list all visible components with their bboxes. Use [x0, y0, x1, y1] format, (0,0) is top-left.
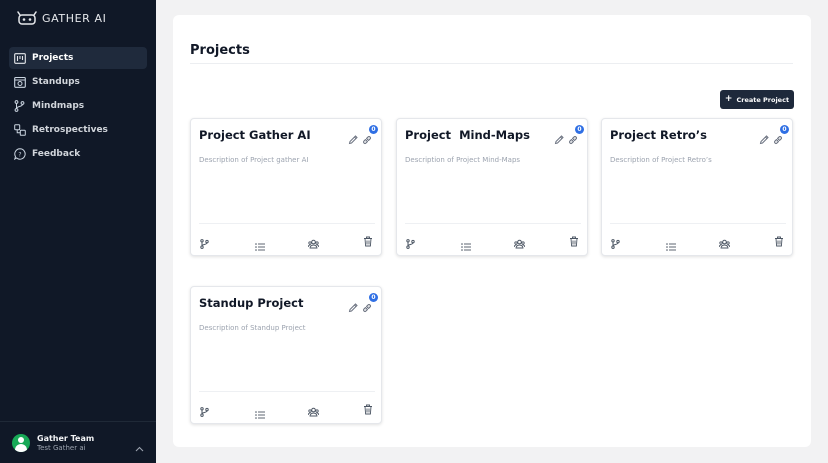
sidebar-item-label: Mindmaps: [32, 101, 85, 111]
retrospectives-icon: [13, 124, 26, 137]
trash-icon[interactable]: [569, 232, 579, 251]
edit-icon[interactable]: [348, 298, 359, 317]
feedback-icon: ?: [13, 148, 26, 161]
project-description: Description of Project Mind-Maps: [405, 156, 521, 164]
create-project-label: Create Project: [736, 95, 790, 104]
sidebar-item-label: Retrospectives: [32, 125, 108, 135]
team-icon[interactable]: [307, 234, 320, 253]
sidebar-item-standups[interactable]: Standups: [9, 71, 147, 93]
edit-icon[interactable]: [348, 130, 359, 149]
project-description: Description of Project gather AI: [199, 156, 309, 164]
page-title: Projects: [190, 43, 250, 58]
share-count-badge: 0: [575, 125, 584, 134]
list-icon[interactable]: [666, 236, 676, 255]
project-card[interactable]: Project Retro’s 0 Description of Project…: [601, 118, 793, 256]
team-icon[interactable]: [307, 402, 320, 421]
sidebar-item-feedback[interactable]: ? Feedback: [9, 143, 147, 165]
sidebar-item-retrospectives[interactable]: Retrospectives: [9, 119, 147, 141]
project-title: Project Mind-Maps: [405, 128, 530, 142]
share-count-badge: 0: [780, 125, 789, 134]
sidebar-item-projects[interactable]: Projects: [9, 47, 147, 69]
project-card[interactable]: Project Mind-Maps 0 Description of Proje…: [396, 118, 588, 256]
edit-icon[interactable]: [759, 130, 770, 149]
sidebar-item-label: Projects: [32, 53, 74, 63]
trash-icon[interactable]: [363, 232, 373, 251]
project-title: Project Gather AI: [199, 128, 311, 142]
user-name: Gather Team: [37, 433, 95, 443]
card-divider: [199, 223, 375, 224]
user-subtitle: Test Gather ai: [37, 443, 86, 452]
app-name: GATHER AI: [42, 11, 107, 25]
svg-text:?: ?: [18, 151, 21, 158]
project-card[interactable]: Standup Project 0 Description of Standup…: [190, 286, 382, 424]
list-icon[interactable]: [255, 404, 265, 423]
avatar: [12, 433, 30, 452]
card-divider: [610, 223, 786, 224]
share-count-badge: 0: [369, 125, 378, 134]
plus-icon: +: [724, 94, 733, 104]
projects-icon: [13, 52, 26, 65]
user-profile[interactable]: Gather Team Test Gather ai: [0, 421, 156, 463]
project-title: Standup Project: [199, 296, 304, 310]
chevron-up-icon[interactable]: [135, 437, 144, 456]
list-icon[interactable]: [461, 236, 471, 255]
sidebar-item-label: Feedback: [32, 149, 81, 159]
trash-icon[interactable]: [363, 400, 373, 419]
team-icon[interactable]: [718, 234, 731, 253]
app-logo[interactable]: GATHER AI: [17, 11, 106, 25]
sidebar-nav: Projects Standups Mindmaps Retrospective…: [9, 47, 147, 167]
card-divider: [405, 223, 581, 224]
project-title: Project Retro’s: [610, 128, 707, 142]
project-description: Description of Project Retro’s: [610, 156, 712, 164]
edit-icon[interactable]: [554, 130, 565, 149]
share-count-badge: 0: [369, 293, 378, 302]
card-divider: [199, 391, 375, 392]
list-icon[interactable]: [255, 236, 265, 255]
project-description: Description of Standup Project: [199, 324, 306, 332]
mindmap-icon[interactable]: [200, 402, 209, 421]
logo-icon: [17, 11, 37, 25]
team-icon[interactable]: [513, 234, 526, 253]
mindmap-icon[interactable]: [200, 234, 209, 253]
standups-icon: [13, 76, 26, 89]
title-divider: [190, 63, 793, 64]
mindmap-icon[interactable]: [611, 234, 620, 253]
trash-icon[interactable]: [774, 232, 784, 251]
mindmaps-icon: [13, 100, 26, 113]
sidebar-item-label: Standups: [32, 77, 80, 87]
main-panel: Projects + Create Project Project Gather…: [173, 15, 811, 447]
create-project-button[interactable]: + Create Project: [720, 90, 794, 109]
mindmap-icon[interactable]: [406, 234, 415, 253]
sidebar-item-mindmaps[interactable]: Mindmaps: [9, 95, 147, 117]
sidebar: GATHER AI Projects Standups Mindmaps Ret…: [0, 0, 156, 463]
project-card[interactable]: Project Gather AI 0 Description of Proje…: [190, 118, 382, 256]
